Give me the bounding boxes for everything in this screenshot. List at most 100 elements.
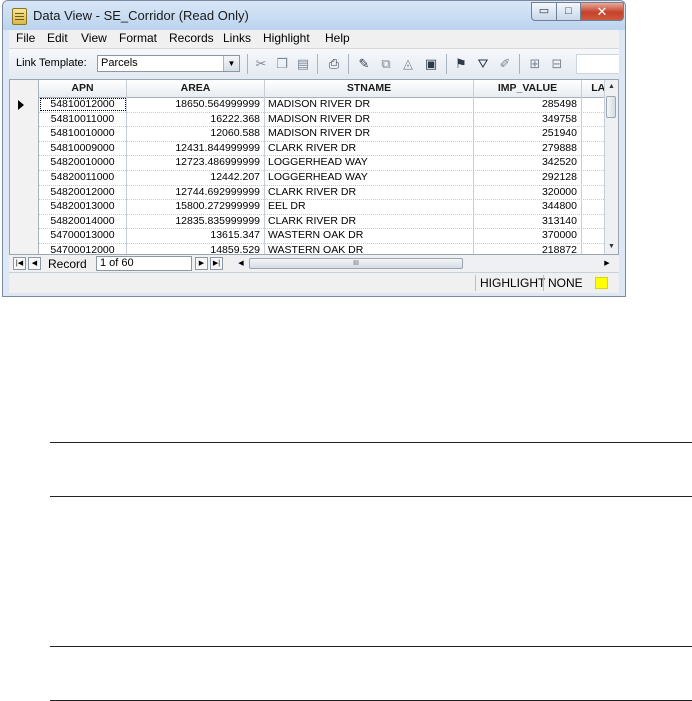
print-icon[interactable]: ⎙: [325, 55, 343, 73]
zoom-out-icon[interactable]: ⊟: [548, 55, 566, 73]
menu-help[interactable]: Help: [325, 31, 350, 46]
cell-apn[interactable]: 54700013000: [39, 228, 127, 243]
menu-edit[interactable]: Edit: [47, 31, 68, 46]
table-row[interactable]: 54700012000 14859.529 WASTERN OAK DR 218872: [10, 243, 606, 254]
cell-stname[interactable]: MADISON RIVER DR: [265, 111, 474, 127]
cell-apn[interactable]: 54810012000: [39, 97, 127, 112]
cell-stname[interactable]: WASTERN OAK DR: [265, 243, 474, 254]
filter-icon[interactable]: ⛛: [474, 55, 492, 73]
data-grid[interactable]: APN AREA STNAME IMP_VALUE LAN 5481001200…: [9, 79, 619, 255]
cell-apn[interactable]: 54810010000: [39, 126, 127, 141]
scroll-up-icon[interactable]: ▲: [605, 80, 618, 94]
cell-apn[interactable]: 54700012000: [39, 243, 127, 254]
first-record-icon[interactable]: |◀: [13, 257, 26, 270]
row-selector[interactable]: [10, 199, 39, 214]
cell-apn[interactable]: 54820012000: [39, 184, 127, 200]
cell-stname[interactable]: EEL DR: [265, 199, 474, 214]
maximize-button[interactable]: □: [556, 2, 581, 21]
clear-icon[interactable]: ◬: [399, 55, 417, 73]
column-header-apn[interactable]: APN: [39, 80, 127, 97]
next-record-icon[interactable]: ▶: [195, 257, 208, 270]
select-icon[interactable]: ▣: [422, 55, 440, 73]
cell-area[interactable]: 13615.347: [127, 228, 265, 243]
menu-file[interactable]: File: [16, 31, 35, 46]
cell-lan[interactable]: [582, 185, 606, 200]
row-selector[interactable]: [10, 228, 39, 243]
cell-lan[interactable]: [582, 112, 606, 127]
menu-links[interactable]: Links: [223, 31, 251, 46]
cell-imp-value[interactable]: 292128: [474, 170, 582, 185]
zoom-in-icon[interactable]: ⊞: [526, 55, 544, 73]
cell-lan[interactable]: [582, 228, 606, 243]
cell-area[interactable]: 15800.272999999: [127, 199, 265, 214]
column-header-stname[interactable]: STNAME: [265, 80, 474, 97]
scroll-right-icon[interactable]: ▶: [601, 257, 613, 270]
row-selector[interactable]: [10, 97, 39, 112]
link-template-select[interactable]: Parcels ▼: [97, 55, 240, 72]
row-selector-header[interactable]: [10, 80, 39, 97]
cell-area[interactable]: 16222.368: [127, 111, 265, 127]
cell-imp-value[interactable]: 370000: [474, 228, 582, 243]
table-row[interactable]: 54700013000 13615.347 WASTERN OAK DR 370000: [10, 228, 606, 244]
copy-icon[interactable]: ❐: [273, 55, 291, 73]
copy-records-icon[interactable]: ⧉: [377, 55, 395, 73]
row-selector[interactable]: [10, 155, 39, 170]
cell-area[interactable]: 18650.564999999: [127, 97, 265, 112]
cell-area[interactable]: 12744.692999999: [127, 184, 265, 200]
row-selector[interactable]: [10, 140, 39, 156]
cell-apn[interactable]: 54820014000: [39, 213, 127, 229]
cut-icon[interactable]: ✂: [252, 55, 270, 73]
cell-stname[interactable]: MADISON RIVER DR: [265, 126, 474, 141]
highlight-icon[interactable]: ✎: [355, 55, 373, 73]
last-record-icon[interactable]: ▶|: [210, 257, 223, 270]
cell-apn[interactable]: 54810011000: [39, 111, 127, 127]
table-row[interactable]: 54820010000 12723.486999999 LOGGERHEAD WAY…: [10, 155, 606, 171]
cell-area[interactable]: 12060.588: [127, 126, 265, 141]
cell-apn[interactable]: 54810009000: [39, 140, 127, 156]
scroll-down-icon[interactable]: ▼: [605, 240, 618, 254]
horizontal-scroll-thumb[interactable]: III: [249, 258, 463, 269]
flag-icon[interactable]: ⚑: [452, 55, 470, 73]
cell-area[interactable]: 12431.844999999: [127, 140, 265, 156]
row-selector[interactable]: [10, 213, 39, 229]
minimize-button[interactable]: ▭: [531, 2, 557, 21]
row-selector[interactable]: [10, 126, 39, 141]
cell-lan[interactable]: [582, 199, 606, 214]
cell-stname[interactable]: LOGGERHEAD WAY: [265, 155, 474, 170]
table-row[interactable]: 54820014000 12835.835999999 CLARK RIVER DR…: [10, 213, 606, 230]
column-header-lan[interactable]: LAN: [582, 80, 606, 97]
table-row[interactable]: 54810009000 12431.844999999 CLARK RIVER DR…: [10, 140, 606, 157]
table-row[interactable]: 54810011000 16222.368 MADISON RIVER DR 3497…: [10, 111, 606, 128]
table-row[interactable]: 54820011000 12442.207 LOGGERHEAD WAY 292128: [10, 170, 606, 186]
cell-stname[interactable]: CLARK RIVER DR: [265, 140, 474, 156]
paste-icon[interactable]: ▤: [294, 55, 312, 73]
row-selector[interactable]: [10, 243, 39, 254]
cell-area[interactable]: 12835.835999999: [127, 213, 265, 229]
cell-imp-value[interactable]: 218872: [474, 243, 582, 254]
cell-stname[interactable]: MADISON RIVER DR: [265, 97, 474, 112]
previous-record-icon[interactable]: ◀: [28, 257, 41, 270]
title-bar[interactable]: Data View - SE_Corridor (Read Only) ▭ □ …: [3, 1, 625, 30]
table-row[interactable]: 54820012000 12744.692999999 CLARK RIVER DR…: [10, 184, 606, 201]
row-selector[interactable]: [10, 184, 39, 200]
row-selector[interactable]: [10, 111, 39, 127]
cell-lan[interactable]: [582, 155, 606, 170]
cell-stname[interactable]: CLARK RIVER DR: [265, 213, 474, 229]
cell-area[interactable]: 14859.529: [127, 243, 265, 254]
scroll-thumb[interactable]: [606, 96, 616, 118]
menu-view[interactable]: View: [81, 31, 107, 46]
cell-imp-value[interactable]: 279888: [474, 140, 582, 156]
edit-filter-icon[interactable]: ✐: [496, 55, 514, 73]
cell-apn[interactable]: 54820011000: [39, 170, 127, 185]
menu-records[interactable]: Records: [169, 31, 214, 46]
cell-apn[interactable]: 54820010000: [39, 155, 127, 170]
column-header-imp-value[interactable]: IMP_VALUE: [474, 80, 582, 97]
cell-imp-value[interactable]: 313140: [474, 213, 582, 229]
cell-stname[interactable]: LOGGERHEAD WAY: [265, 170, 474, 185]
table-row[interactable]: 54810010000 12060.588 MADISON RIVER DR 2519…: [10, 126, 606, 142]
cell-imp-value[interactable]: 344800: [474, 199, 582, 214]
cell-lan[interactable]: [582, 243, 606, 254]
menu-highlight[interactable]: Highlight: [263, 31, 310, 46]
cell-imp-value[interactable]: 349758: [474, 111, 582, 127]
chevron-down-icon[interactable]: ▼: [223, 56, 239, 71]
